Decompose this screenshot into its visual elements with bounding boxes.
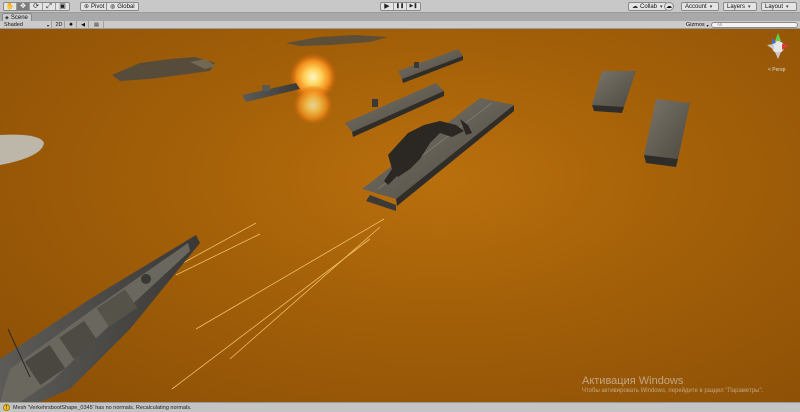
play-icon: ▶: [384, 3, 390, 10]
audio-toggle[interactable]: ◀: [78, 21, 89, 29]
main-toolbar: ✋ ✥ ⟳ ⤢ ▣ ⊕ Pivot ◍ Global ▶ ❚❚ ▶❚ ☁ Col…: [0, 0, 800, 13]
effects-dropdown[interactable]: ▤: [90, 21, 104, 29]
move-tool-button[interactable]: ✥: [17, 3, 30, 10]
globe-icon: ◍: [110, 4, 116, 10]
tab-scene-label: Scene: [10, 14, 28, 21]
chevron-down-icon: ▾: [748, 3, 751, 10]
island-far-left: [112, 57, 216, 81]
shading-mode-dropdown[interactable]: Shaded ▾: [2, 21, 52, 29]
lighting-toggle[interactable]: ✹: [66, 21, 77, 29]
carrier-right-upper: [592, 71, 636, 113]
windows-activation-watermark: Активация Windows Чтобы активировать Win…: [582, 375, 763, 394]
global-toggle[interactable]: ◍ Global: [106, 2, 139, 11]
cloud-icon: ☁: [666, 4, 672, 10]
scale-tool-button[interactable]: ⤢: [43, 3, 56, 10]
global-label: Global: [117, 3, 135, 10]
warning-icon: !: [3, 404, 10, 411]
image-icon: ▤: [94, 22, 99, 28]
collab-label: Collab: [640, 3, 658, 10]
chevron-down-icon: ▾: [706, 22, 709, 28]
move-icon: ✥: [20, 3, 26, 10]
pause-button[interactable]: ❚❚: [394, 3, 407, 10]
battleship-foreground: [0, 235, 200, 402]
account-label: Account: [685, 3, 707, 10]
play-button[interactable]: ▶: [381, 3, 394, 10]
projection-label[interactable]: < Persp: [768, 67, 785, 73]
layout-dropdown[interactable]: Layout ▾: [761, 2, 797, 11]
watermark-subtitle: Чтобы активировать Windows, перейдите в …: [582, 388, 764, 394]
scene-viewport[interactable]: < Persp Активация Windows Чтобы активиро…: [0, 29, 800, 402]
chevron-down-icon: ▾: [660, 3, 663, 10]
gizmos-label: Gizmos: [686, 22, 705, 28]
scene-icon: ◈: [5, 14, 9, 21]
carrier-right-lower: [644, 99, 690, 167]
orientation-gizmo-icon: [767, 33, 789, 59]
layout-label: Layout: [765, 3, 784, 10]
rotate-tool-button[interactable]: ⟳: [30, 3, 43, 10]
chevron-down-icon: ▾: [786, 3, 789, 10]
island-far-center: [286, 35, 388, 46]
rect-icon: ▣: [59, 3, 66, 10]
status-bar[interactable]: ! Mesh 'VerkehrsbootShape_0345' has no n…: [0, 402, 800, 412]
scene-toolbar: Shaded ▾ 2D ✹ ◀ ▤ Gizmos ▾ All: [0, 21, 800, 29]
watermark-title: Активация Windows: [582, 375, 684, 387]
tab-scene[interactable]: ◈ Scene: [2, 13, 32, 21]
hierarchy-search-input[interactable]: All: [711, 22, 798, 28]
collab-dropdown[interactable]: ☁ Collab ▾: [628, 2, 667, 11]
tab-bar: ◈ Scene: [0, 13, 800, 21]
tracer-fire: [171, 218, 385, 390]
status-message: Mesh 'VerkehrsbootShape_0345' has no nor…: [13, 404, 192, 411]
search-placeholder: All: [717, 22, 723, 27]
transform-tools: ✋ ✥ ⟳ ⤢ ▣: [3, 2, 70, 11]
chevron-down-icon: ▾: [709, 3, 713, 10]
cloud-services-button[interactable]: ☁: [664, 2, 674, 11]
playback-controls: ▶ ❚❚ ▶❚: [380, 2, 421, 11]
step-icon: ▶❚: [409, 3, 418, 9]
carrier-top-center: [398, 49, 463, 83]
2d-toggle[interactable]: 2D: [54, 21, 65, 29]
rect-tool-button[interactable]: ▣: [56, 3, 69, 10]
cloud-icon: ☁: [632, 4, 638, 10]
hand-tool-button[interactable]: ✋: [4, 3, 17, 10]
scene-render: [0, 33, 789, 402]
pause-icon: ❚❚: [395, 3, 405, 9]
ship-small-left: [242, 83, 300, 102]
layers-dropdown[interactable]: Layers ▾: [723, 2, 757, 11]
2d-label: 2D: [55, 22, 63, 28]
shading-mode-label: Shaded: [4, 22, 23, 28]
account-dropdown[interactable]: Account ▾: [681, 2, 719, 11]
chevron-down-icon: ▾: [46, 22, 49, 28]
pivot-label: Pivot: [91, 3, 105, 10]
light-icon: ✹: [68, 22, 74, 28]
white-hull-edge: [0, 134, 44, 165]
scale-icon: ⤢: [46, 3, 52, 10]
speaker-icon: ◀: [81, 22, 85, 28]
step-button[interactable]: ▶❚: [407, 3, 420, 10]
hand-icon: ✋: [5, 3, 15, 10]
layers-label: Layers: [727, 3, 746, 10]
pivot-icon: ⊕: [84, 4, 90, 10]
gizmos-dropdown[interactable]: Gizmos ▾: [684, 21, 710, 29]
rotate-icon: ⟳: [33, 3, 39, 10]
pivot-toggle[interactable]: ⊕ Pivot: [80, 2, 109, 11]
